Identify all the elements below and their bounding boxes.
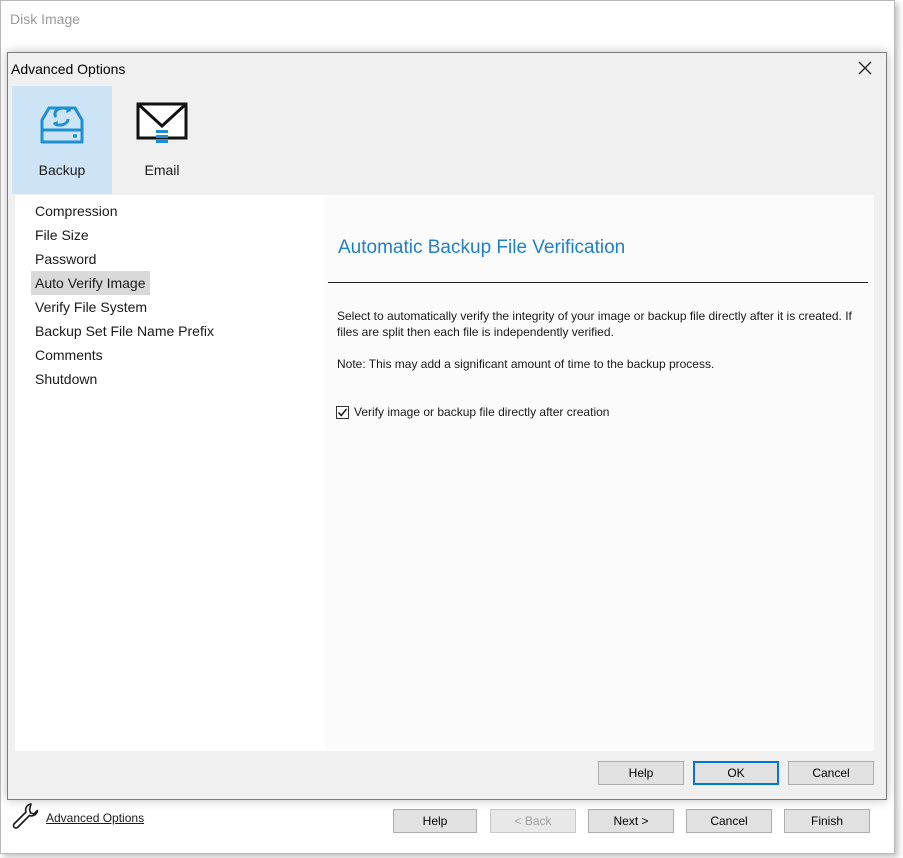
nav-item-file-size[interactable]: File Size — [31, 223, 218, 247]
settings-panel: Automatic Backup File Verification Selec… — [325, 195, 874, 751]
dialog-cancel-button[interactable]: Cancel — [788, 761, 874, 785]
nav-item-compression[interactable]: Compression — [31, 199, 218, 223]
dialog-content: Compression File Size Password Auto Veri… — [15, 195, 874, 751]
advanced-options-link[interactable]: Advanced Options — [46, 811, 144, 825]
checkmark-icon — [337, 408, 348, 417]
close-button[interactable] — [854, 57, 876, 79]
verify-after-creation-checkbox[interactable] — [336, 405, 349, 419]
backup-drive-icon — [34, 98, 90, 150]
close-icon — [858, 61, 872, 75]
verify-after-creation-option[interactable]: Verify image or backup file directly aft… — [336, 405, 609, 419]
nav-item-comments[interactable]: Comments — [31, 343, 218, 367]
options-nav-list: Compression File Size Password Auto Veri… — [31, 199, 218, 391]
dialog-help-button[interactable]: Help — [598, 761, 684, 785]
nav-item-verify-file-system[interactable]: Verify File System — [31, 295, 218, 319]
heading-divider — [328, 282, 868, 283]
category-backup-label: Backup — [38, 162, 86, 178]
category-email[interactable]: Email — [112, 86, 212, 194]
next-button[interactable]: Next > — [588, 809, 674, 833]
panel-note: Note: This may add a significant amount … — [337, 357, 715, 371]
panel-heading: Automatic Backup File Verification — [338, 237, 626, 258]
nav-item-auto-verify-image[interactable]: Auto Verify Image — [31, 271, 150, 295]
category-email-label: Email — [144, 162, 180, 178]
advanced-options-link-area[interactable]: Advanced Options — [10, 801, 144, 836]
ok-button[interactable]: OK — [693, 761, 779, 785]
advanced-options-dialog: Advanced Options Backup Email Compressio… — [7, 52, 887, 800]
email-icon — [134, 98, 190, 150]
nav-item-shutdown[interactable]: Shutdown — [31, 367, 218, 391]
wrench-icon — [10, 801, 40, 836]
dialog-title: Advanced Options — [11, 61, 126, 77]
parent-cancel-button[interactable]: Cancel — [686, 809, 772, 833]
back-button[interactable]: < Back — [490, 809, 576, 833]
verify-after-creation-label[interactable]: Verify image or backup file directly aft… — [354, 405, 609, 419]
nav-item-password[interactable]: Password — [31, 247, 218, 271]
parent-window-title: Disk Image — [10, 11, 81, 27]
parent-help-button[interactable]: Help — [393, 809, 477, 833]
panel-description: Select to automatically verify the integ… — [337, 309, 852, 339]
finish-button[interactable]: Finish — [784, 809, 870, 833]
nav-item-backup-set-file-name-prefix[interactable]: Backup Set File Name Prefix — [31, 319, 218, 343]
category-backup[interactable]: Backup — [12, 86, 112, 194]
